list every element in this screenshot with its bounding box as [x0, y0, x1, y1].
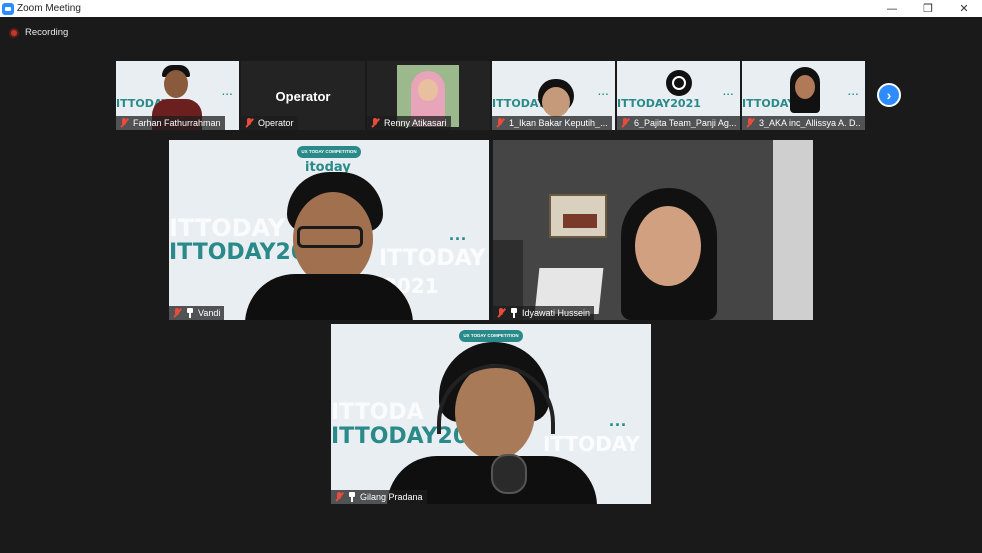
background-banner-text: ITTODAY20: [169, 240, 307, 265]
muted-mic-icon: [370, 118, 380, 128]
participant-name: Farhan Fathurrahman: [133, 118, 221, 128]
background-dots: ...: [598, 87, 610, 98]
recording-icon: [9, 27, 19, 38]
participant-tile[interactable]: ITTODAY20 ... 1_Ikan Bakar Keputih_...: [492, 61, 615, 130]
obs-logo-icon: [666, 70, 692, 96]
competition-badge: UX TODAY COMPETITION: [297, 146, 361, 158]
participant-name: Operator: [258, 118, 294, 128]
muted-mic-icon: [496, 308, 506, 318]
participant-tile[interactable]: ITTODAY2021 ... 6_Pajita Team_Panji Ag..…: [617, 61, 740, 130]
participant-namebar: Renny Atikasari: [367, 116, 451, 130]
speaker-tile[interactable]: UX TODAY COMPETITION itoday ITTODAY ITTO…: [169, 140, 489, 320]
recording-indicator[interactable]: Recording: [9, 27, 68, 38]
participant-namebar: Operator: [241, 116, 298, 130]
muted-mic-icon: [745, 118, 755, 128]
microphone: [491, 454, 527, 494]
participant-tile[interactable]: Renny Atikasari: [367, 61, 490, 130]
participant-namebar: 1_Ikan Bakar Keputih_...: [492, 116, 612, 130]
minimize-button[interactable]: —: [874, 0, 910, 17]
participant-namebar: Idyawati Hussein: [493, 306, 595, 320]
participant-namebar: 6_Pajita Team_Panji Ag...: [617, 116, 740, 130]
background-dots: ...: [609, 410, 628, 430]
participant-name: Vandi: [198, 308, 221, 318]
background-dots: ...: [848, 87, 860, 98]
participant-tile[interactable]: Operator Operator: [241, 61, 365, 130]
next-page-button[interactable]: ›: [877, 83, 901, 107]
participant-name: Idyawati Hussein: [522, 308, 591, 318]
participant-name: 1_Ikan Bakar Keputih_...: [509, 118, 608, 128]
chevron-right-icon: ›: [886, 87, 892, 103]
speaker-tile[interactable]: Idyawati Hussein: [493, 140, 813, 320]
pin-icon: [510, 308, 518, 318]
muted-mic-icon: [119, 118, 129, 128]
participant-namebar: 3_AKA inc_Allissya A. D...: [742, 116, 865, 130]
participant-tile[interactable]: ITTODAY20 ... 3_AKA inc_Allissya A. D...: [742, 61, 865, 130]
participant-name: Renny Atikasari: [384, 118, 447, 128]
pin-icon: [186, 308, 194, 318]
pin-icon: [348, 492, 356, 502]
background-dots: ...: [723, 87, 735, 98]
muted-mic-icon: [244, 118, 254, 128]
participant-name: 6_Pajita Team_Panji Ag...: [634, 118, 736, 128]
muted-mic-icon: [495, 118, 505, 128]
zoom-app-icon: [2, 2, 14, 15]
participant-namebar: Gilang Pradana: [331, 490, 427, 504]
background-banner-text: ITTODAY2021: [617, 97, 701, 110]
background-ghost-text: ITTODAY: [543, 432, 640, 456]
window-titlebar: Zoom Meeting — ❐ ✕: [0, 0, 982, 17]
recording-label: Recording: [25, 27, 69, 38]
participant-face: [164, 70, 188, 98]
participant-face: [795, 75, 815, 99]
background-dots: ...: [222, 87, 234, 98]
participant-display-name: Operator: [275, 89, 331, 104]
muted-mic-icon: [334, 492, 344, 502]
background-ghost-text: ITTODAY: [169, 214, 286, 242]
participant-namebar: Vandi: [169, 306, 225, 320]
profile-face: [418, 79, 438, 101]
glasses: [297, 226, 363, 248]
wall-painting: [549, 194, 607, 238]
muted-mic-icon: [172, 308, 182, 318]
participant-namebar: Farhan Fathurrahman: [116, 116, 225, 130]
competition-badge: UX TODAY COMPETITION: [459, 330, 523, 342]
window-title: Zoom Meeting: [17, 3, 81, 14]
muted-mic-icon: [620, 118, 630, 128]
background-ghost-text: ITTODA: [331, 400, 424, 425]
maximize-button[interactable]: ❐: [910, 0, 946, 17]
participant-face: [542, 87, 570, 117]
background-dots: ...: [449, 224, 468, 244]
window-blinds: [773, 140, 813, 320]
background-ghost-text: ITTODAY: [379, 246, 486, 271]
speaker-tile[interactable]: UX TODAY COMPETITION ITTODA ITTODAY20 IT…: [331, 324, 651, 504]
participant-tile[interactable]: ITTODAY20 ... Farhan Fathurrahman: [116, 61, 239, 130]
participant-name: 3_AKA inc_Allissya A. D...: [759, 118, 861, 128]
participant-face: [635, 206, 701, 286]
participant-body: [245, 274, 413, 320]
participant-name: Gilang Pradana: [360, 492, 423, 502]
close-button[interactable]: ✕: [946, 0, 982, 17]
